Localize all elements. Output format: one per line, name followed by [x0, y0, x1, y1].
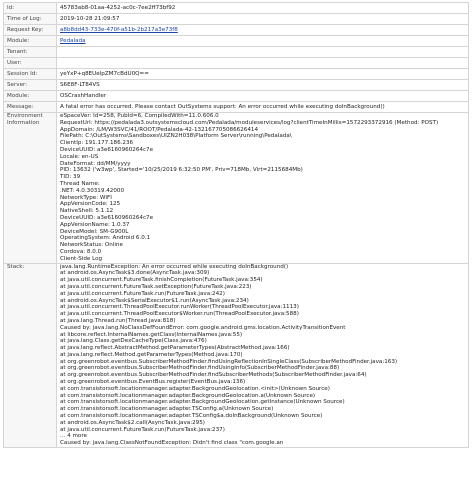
- stack-line: at org.greenrobot.eventbus.EventBus.regi…: [60, 379, 246, 386]
- stack-line: ... 4 more: [60, 433, 87, 440]
- row-environment-information: Environment Information eSpaceVer: Id=25…: [3, 112, 469, 264]
- stack-line: at android.os.AsyncTask$SerialExecutor$1…: [60, 297, 249, 304]
- row-module: Module: Pedalada: [3, 35, 469, 47]
- session-id-label: Session Id:: [3, 68, 57, 80]
- module-label: Module:: [3, 35, 57, 47]
- module-link[interactable]: Pedalada: [60, 38, 86, 44]
- stack-line: at android.os.AsyncTask$3.done(AsyncTask…: [60, 270, 210, 277]
- stack-line: at java.util.concurrent.FutureTask.run(F…: [60, 426, 225, 433]
- env-line: AppDomain: /LM/W3SVC/41/ROOT/Pedalada-42…: [60, 126, 259, 133]
- env-line: Locale: en-US: [60, 153, 99, 160]
- message-label: Message:: [3, 101, 57, 113]
- id-label: Id:: [3, 2, 57, 14]
- user-label: User:: [3, 57, 57, 69]
- stack-line: at java.lang.reflect.AbstractMethod.getP…: [60, 345, 290, 352]
- stack-line: at android.os.AsyncTask$2.call(AsyncTask…: [60, 419, 205, 426]
- environment-information-value: eSpaceVer: Id=258, PubId=6, CompiledWith…: [56, 112, 469, 264]
- env-line: ClientIp: 191.177.186.236: [60, 140, 134, 147]
- stack-line: at java.util.concurrent.FutureTask.setEx…: [60, 283, 252, 290]
- stack-trace: java.lang.RuntimeException: An error occ…: [56, 262, 469, 449]
- env-line: OperatingSystem: Android 6.0.1: [60, 235, 151, 242]
- env-line: Thread Name:: [60, 180, 100, 187]
- stack-line: at java.util.concurrent.FutureTask.finis…: [60, 277, 263, 284]
- row-server: Server: S6E8F-LT84VS: [3, 79, 469, 91]
- row-time-of-log: Time of Log: 2019-10-28 21:09:57: [3, 13, 469, 25]
- message-value: A fatal error has occurred. Please conta…: [56, 101, 469, 113]
- error-log-detail: Id: 45783ab8-01aa-4252-ac0c-7ee2ff73bf92…: [3, 2, 469, 449]
- stack-line: at java.lang.Class.getDexCacheType(Class…: [60, 338, 207, 345]
- user-value: [56, 57, 469, 69]
- stack-line: at org.greenrobot.eventbus.SubscriberMet…: [60, 372, 367, 379]
- env-line: RequestUrl: https://pedalada3.outsystems…: [60, 119, 439, 126]
- stack-line: at com.transistorsoft.locationmanager.ad…: [60, 406, 274, 413]
- stack-line: at java.util.concurrent.ThreadPoolExecut…: [60, 311, 299, 318]
- env-line: DeviceModel: SM-G900L: [60, 228, 129, 235]
- env-line: DateFormat: dd/MM/yyyy: [60, 160, 131, 167]
- row-user: User:: [3, 57, 469, 69]
- env-line: DeviceUUID: a3e6160960264c7e: [60, 214, 154, 221]
- row-message: Message: A fatal error has occurred. Ple…: [3, 101, 469, 113]
- request-key-label: Request Key:: [3, 24, 57, 36]
- row-stack: Stack: java.lang.RuntimeException: An er…: [3, 262, 469, 449]
- env-line: NetworkStatus: Online: [60, 242, 123, 249]
- env-line: DeviceUUID: a3e6160960264c7e: [60, 146, 154, 153]
- server-label: Server:: [3, 79, 57, 91]
- row-module-2: Module: OSCrashHandler: [3, 90, 469, 102]
- stack-line: at java.lang.Thread.run(Thread.java:818): [60, 317, 176, 324]
- stack-line: at com.transistorsoft.locationmanager.ad…: [60, 385, 330, 392]
- stack-line: at java.util.concurrent.ThreadPoolExecut…: [60, 304, 299, 311]
- stack-line: at org.greenrobot.eventbus.SubscriberMet…: [60, 358, 398, 365]
- row-session-id: Session Id: yeYxP+q8EUelpZM7cBdU0Q==: [3, 68, 469, 80]
- request-key-link[interactable]: a8b8dd43-733e-470f-a51b-2b217a3e73f8: [60, 27, 178, 33]
- stack-line: Caused by: java.lang.NoClassDefFoundErro…: [60, 324, 346, 331]
- stack-line: at org.greenrobot.eventbus.SubscriberMet…: [60, 365, 340, 372]
- log-details-table: Id: 45783ab8-01aa-4252-ac0c-7ee2ff73bf92…: [3, 2, 469, 449]
- row-request-key: Request Key: a8b8dd43-733e-470f-a51b-2b2…: [3, 24, 469, 36]
- env-line: AppVersionCode: 125: [60, 201, 121, 208]
- time-of-log-value: 2019-10-28 21:09:57: [56, 13, 469, 25]
- tenant-label: Tenant:: [3, 46, 57, 58]
- id-value: 45783ab8-01aa-4252-ac0c-7ee2ff73bf92: [56, 2, 469, 14]
- env-line: Client-Side Log: [60, 255, 103, 262]
- env-line: AppVersionName: 1.0.37: [60, 221, 130, 228]
- env-line: NetworkType: WIFI: [60, 194, 112, 201]
- module-2-label: Module:: [3, 90, 57, 102]
- time-of-log-label: Time of Log:: [3, 13, 57, 25]
- stack-line: Caused by: java.lang.ClassNotFoundExcept…: [60, 440, 284, 447]
- tenant-value: [56, 46, 469, 58]
- env-line: FilePath: C:\OutSystems\Sandboxes\UIZN2H…: [60, 133, 292, 140]
- environment-information-label: Environment Information: [3, 112, 57, 264]
- row-id: Id: 45783ab8-01aa-4252-ac0c-7ee2ff73bf92: [3, 2, 469, 14]
- stack-line: at com.transistorsoft.locationmanager.ad…: [60, 413, 323, 420]
- server-value: S6E8F-LT84VS: [56, 79, 469, 91]
- stack-line: java.lang.RuntimeException: An error occ…: [60, 263, 289, 270]
- env-line: .NET: 4.0.30319.42000: [60, 187, 125, 194]
- row-tenant: Tenant:: [3, 46, 469, 58]
- stack-line: at com.transistorsoft.locationmanager.ad…: [60, 392, 316, 399]
- env-line: Cordova: 8.0.0: [60, 248, 102, 255]
- module-2-value: OSCrashHandler: [56, 90, 469, 102]
- stack-label: Stack:: [3, 262, 57, 449]
- stack-line: at java.util.concurrent.FutureTask.run(F…: [60, 290, 225, 297]
- env-line: NativeShell: 5.1.12: [60, 208, 114, 215]
- session-id-value: yeYxP+q8EUelpZM7cBdU0Q==: [56, 68, 469, 80]
- env-line: eSpaceVer: Id=258, PubId=6, CompiledWith…: [60, 113, 219, 119]
- env-line: PID: 13632 ('w3wp', Started='10/25/2019 …: [60, 167, 303, 174]
- stack-line: at libcore.reflect.InternalNames.getClas…: [60, 331, 243, 338]
- env-line: TID: 39: [60, 174, 81, 181]
- stack-line: at com.transistorsoft.locationmanager.ad…: [60, 399, 345, 406]
- stack-line: at java.lang.reflect.Method.getParameter…: [60, 351, 243, 358]
